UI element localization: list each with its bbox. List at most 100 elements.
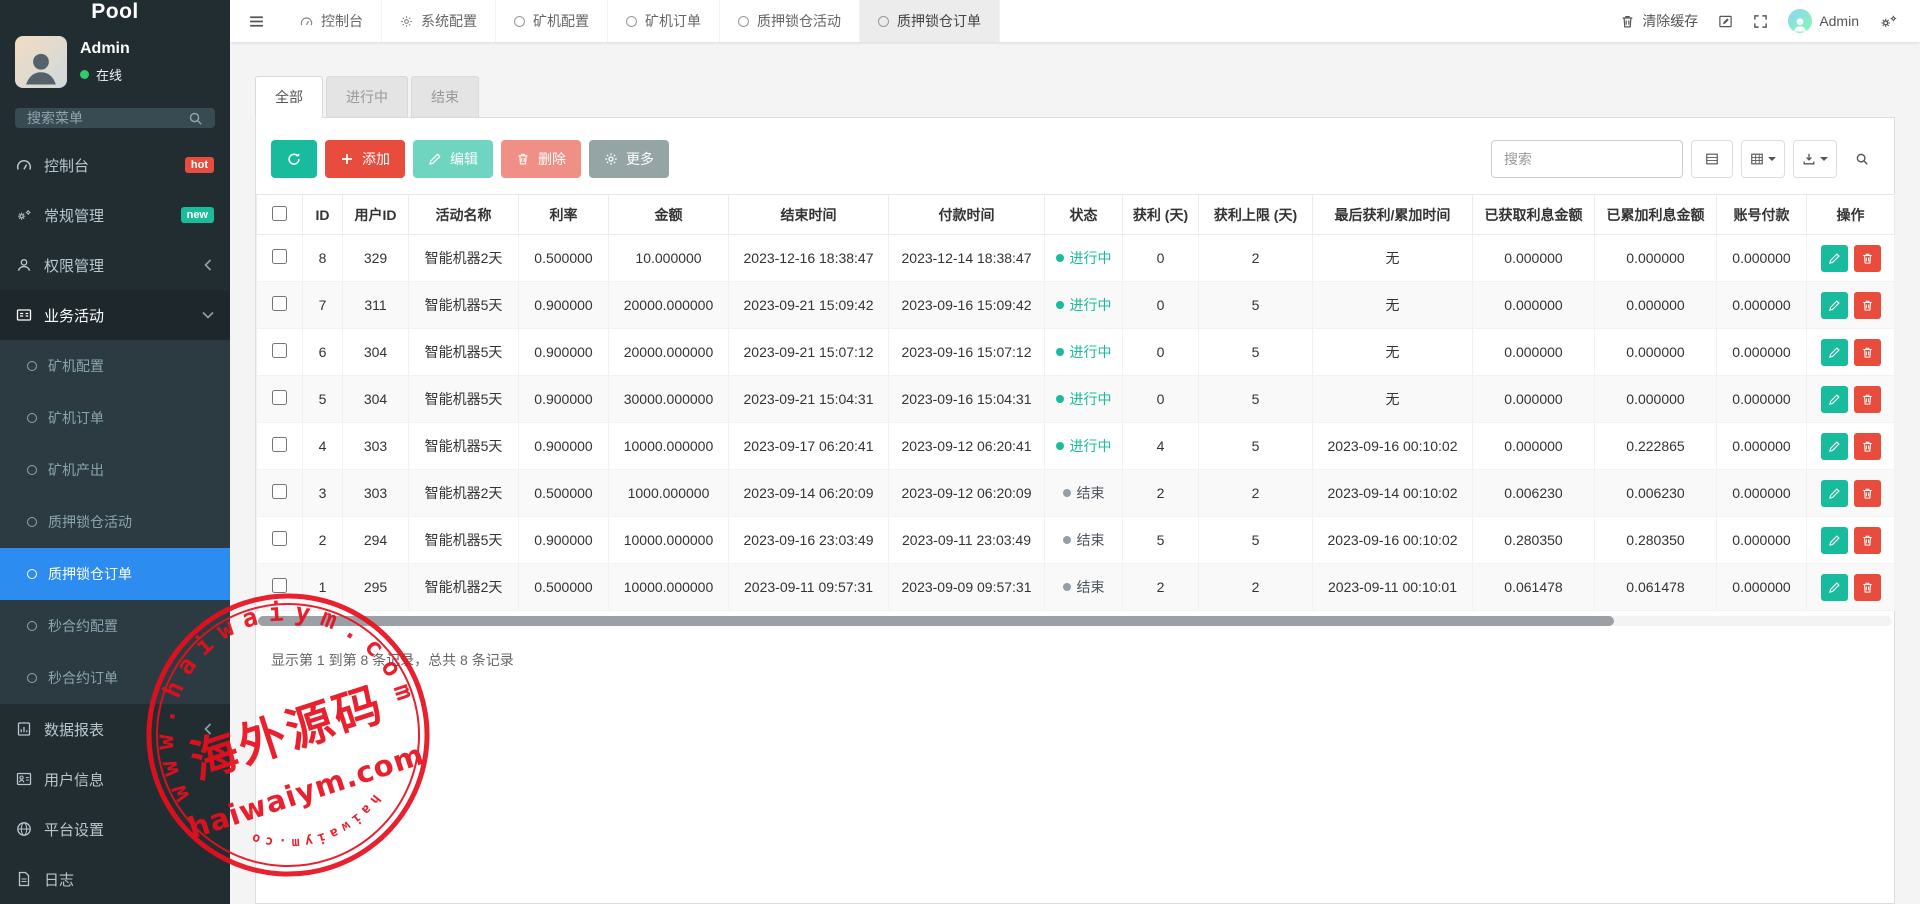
row-delete-button[interactable] — [1854, 386, 1881, 413]
topbar-tab-dashboard[interactable]: 控制台 — [282, 0, 382, 42]
row-edit-button[interactable] — [1821, 339, 1848, 366]
row-edit-button[interactable] — [1821, 574, 1848, 601]
select-all-checkbox[interactable] — [272, 206, 287, 221]
column-header-14[interactable]: 操作 — [1807, 195, 1895, 235]
delete-button[interactable]: 删除 — [501, 140, 581, 178]
filter-tab-running[interactable]: 进行中 — [326, 76, 408, 118]
row-checkbox[interactable] — [272, 437, 287, 452]
circle-icon — [878, 16, 889, 27]
column-header-13[interactable]: 账号付款 — [1717, 195, 1807, 235]
scrollbar-thumb[interactable] — [258, 616, 1614, 626]
sidebar-item-userinfo[interactable]: 用户信息 — [0, 754, 230, 804]
main-area: 控制台 系统配置 矿机配置 矿机订单 质押锁仓活动 — [230, 0, 1920, 904]
horizontal-scrollbar[interactable] — [258, 616, 1892, 626]
sidebar-item-business[interactable]: 业务活动 — [0, 290, 230, 340]
topbar-tab-pledge-activity[interactable]: 质押锁仓活动 — [720, 0, 860, 42]
edit-button[interactable]: 编辑 — [413, 140, 493, 178]
cell-end-time: 2023-09-17 06:20:41 — [729, 423, 889, 470]
row-checkbox[interactable] — [272, 531, 287, 546]
row-checkbox[interactable] — [272, 390, 287, 405]
more-button[interactable]: 更多 — [589, 140, 669, 178]
column-header-3[interactable]: 利率 — [519, 195, 609, 235]
column-header-6[interactable]: 付款时间 — [889, 195, 1045, 235]
row-delete-button[interactable] — [1854, 292, 1881, 319]
sidebar-item-logs[interactable]: 日志 — [0, 854, 230, 904]
column-header-12[interactable]: 已累加利息金额 — [1595, 195, 1717, 235]
sidebar-subitem-miner-output[interactable]: 矿机产出 — [0, 444, 230, 496]
search-icon — [1855, 152, 1869, 166]
sidebar-item-general[interactable]: 常规管理 new — [0, 190, 230, 240]
row-edit-button[interactable] — [1821, 433, 1848, 460]
table-search-input[interactable] — [1491, 140, 1683, 178]
report-icon — [16, 721, 32, 737]
edit-window-button[interactable] — [1718, 14, 1733, 29]
topbar-tab-system-config[interactable]: 系统配置 — [382, 0, 496, 42]
sidebar-subitem-pledge-activity[interactable]: 质押锁仓活动 — [0, 496, 230, 548]
column-header-10[interactable]: 最后获利/累加时间 — [1313, 195, 1473, 235]
column-header-8[interactable]: 获利 (天) — [1123, 195, 1199, 235]
sidebar-subitem-seconds-order[interactable]: 秒合约订单 — [0, 652, 230, 704]
topbar-tab-pledge-order[interactable]: 质押锁仓订单 — [860, 0, 1000, 42]
column-header-2[interactable]: 活动名称 — [409, 195, 519, 235]
row-edit-button[interactable] — [1821, 480, 1848, 507]
gears-icon — [1879, 14, 1898, 29]
trash-icon — [1861, 299, 1874, 312]
cell-pay-time: 2023-09-16 15:09:42 — [889, 282, 1045, 329]
export-button[interactable] — [1793, 140, 1837, 178]
sidebar-item-auth[interactable]: 权限管理 — [0, 240, 230, 290]
app-logo[interactable]: Pool — [0, 0, 230, 24]
cell-interest-added: 0.222865 — [1595, 423, 1717, 470]
topbar-tab-miner-order[interactable]: 矿机订单 — [608, 0, 720, 42]
filter-tab-all[interactable]: 全部 — [255, 76, 323, 118]
row-edit-button[interactable] — [1821, 527, 1848, 554]
fullscreen-button[interactable] — [1753, 14, 1768, 29]
row-checkbox[interactable] — [272, 249, 287, 264]
column-header-7[interactable]: 状态 — [1045, 195, 1123, 235]
row-edit-button[interactable] — [1821, 245, 1848, 272]
search-toggle-button[interactable] — [1845, 140, 1879, 178]
row-delete-button[interactable] — [1854, 480, 1881, 507]
sidebar-item-platform[interactable]: 平台设置 — [0, 804, 230, 854]
sidebar-subitem-pledge-order[interactable]: 质押锁仓订单 — [0, 548, 230, 600]
sidebar-item-dashboard[interactable]: 控制台 hot — [0, 140, 230, 190]
column-header-9[interactable]: 获利上限 (天) — [1199, 195, 1313, 235]
row-checkbox[interactable] — [272, 484, 287, 499]
sidebar-item-label: 平台设置 — [44, 819, 214, 840]
column-header-11[interactable]: 已获取利息金额 — [1473, 195, 1595, 235]
filter-tab-ended[interactable]: 结束 — [411, 76, 479, 118]
row-edit-button[interactable] — [1821, 292, 1848, 319]
menu-toggle-button[interactable] — [230, 0, 282, 42]
refresh-button[interactable] — [271, 140, 317, 178]
sidebar-item-report[interactable]: 数据报表 — [0, 704, 230, 754]
row-checkbox[interactable] — [272, 296, 287, 311]
row-checkbox[interactable] — [272, 343, 287, 358]
row-delete-button[interactable] — [1854, 433, 1881, 460]
admin-user-menu[interactable]: Admin — [1788, 9, 1859, 33]
menu-search-input[interactable] — [27, 110, 188, 126]
row-checkbox[interactable] — [272, 578, 287, 593]
row-delete-button[interactable] — [1854, 527, 1881, 554]
column-header-0[interactable]: ID — [303, 195, 343, 235]
sidebar-subitem-miner-order[interactable]: 矿机订单 — [0, 392, 230, 444]
table-row: 6304智能机器5天0.90000020000.0000002023-09-21… — [257, 329, 1895, 376]
row-delete-button[interactable] — [1854, 574, 1881, 601]
row-edit-button[interactable] — [1821, 386, 1848, 413]
settings-button[interactable] — [1879, 14, 1898, 29]
add-button[interactable]: 添加 — [325, 140, 405, 178]
topbar-tab-miner-config[interactable]: 矿机配置 — [496, 0, 608, 42]
search-icon[interactable] — [188, 111, 203, 126]
column-header-1[interactable]: 用户ID — [343, 195, 409, 235]
sidebar-subitem-seconds-config[interactable]: 秒合约配置 — [0, 600, 230, 652]
column-header-5[interactable]: 结束时间 — [729, 195, 889, 235]
cell-last-profit-time: 无 — [1313, 235, 1473, 282]
cell-user-id: 304 — [343, 376, 409, 423]
row-delete-button[interactable] — [1854, 339, 1881, 366]
column-header-4[interactable]: 金额 — [609, 195, 729, 235]
circle-icon — [27, 673, 37, 683]
clear-cache-button[interactable]: 清除缓存 — [1620, 11, 1698, 31]
view-toggle-button[interactable] — [1691, 140, 1733, 178]
row-delete-button[interactable] — [1854, 245, 1881, 272]
columns-button[interactable] — [1741, 140, 1785, 178]
gear-icon — [604, 152, 618, 166]
sidebar-subitem-miner-config[interactable]: 矿机配置 — [0, 340, 230, 392]
